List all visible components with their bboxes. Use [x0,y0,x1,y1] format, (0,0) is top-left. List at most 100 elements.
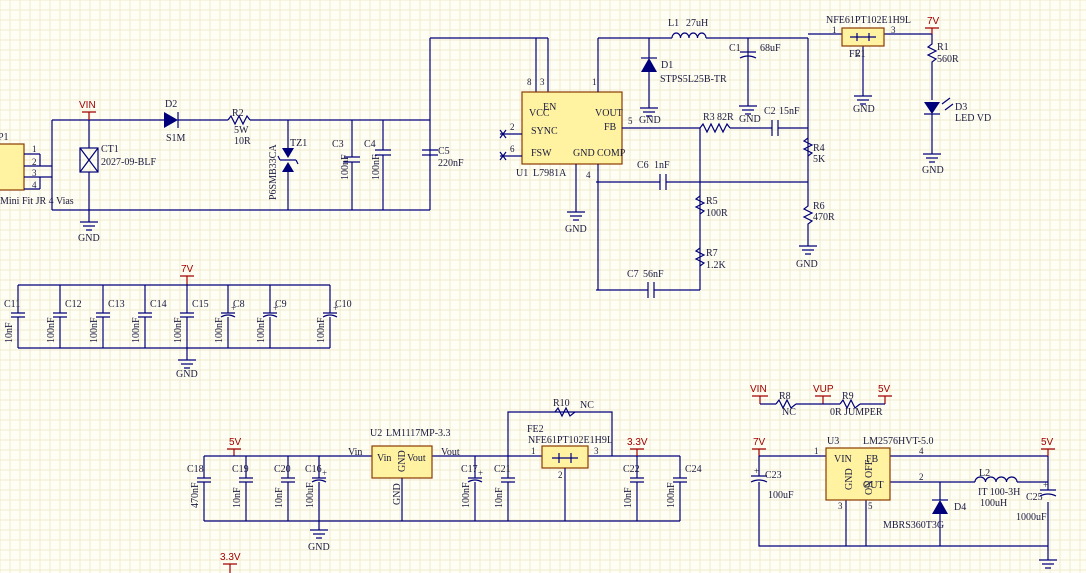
c1-value: 68uF [760,43,781,54]
connector-p1[interactable]: P1 Mini Fit JR 4 Vias 1 2 3 4 [0,120,74,210]
tz1-value: P6SMB33CA [268,144,279,200]
v7-power-port-3: 7V [752,437,766,456]
capacitor-c21[interactable]: C21 10nF [494,456,515,521]
svg-text:GND: GND [573,148,595,159]
u2-net-out: Vout [441,447,460,458]
c23-ref: C23 [765,470,782,481]
svg-text:5V: 5V [878,384,891,395]
capacitor-c5[interactable]: C5 220nF [422,146,464,169]
d4-ref: D4 [954,502,966,513]
capacitor-c10[interactable]: +C10100nF [316,285,352,348]
c4-value: 100nF [371,154,382,180]
capacitor-c14[interactable]: C14 100nF [131,285,167,348]
r8-value: NC [782,407,796,418]
svg-text:C20: C20 [274,464,291,475]
svg-text:100nF: 100nF [461,482,472,508]
diode-d4[interactable]: D4 MBRS360T3G [883,499,966,531]
resistor-r3[interactable]: R3 82R [699,112,734,134]
tz1-ref: TZ1 [290,138,307,149]
jumper-section[interactable]: VIN VUP 5V R8 NC R9 0R JUMPER [750,384,892,418]
svg-text:Vin: Vin [377,453,391,464]
capacitor-c12[interactable]: C12 100nF [46,285,82,348]
svg-text:3.3V: 3.3V [220,552,241,563]
schematic-canvas[interactable]: P1 Mini Fit JR 4 Vias 1 2 3 4 VIN CT1 20… [0,0,1086,573]
svg-text:GND: GND [78,233,100,244]
c5-ref: C5 [438,146,450,157]
capacitor-c6[interactable]: C6 1nF [637,160,670,190]
svg-text:VIN: VIN [79,100,96,111]
gnd-symbol-ldo: GND [308,529,330,553]
ic-u2[interactable]: Vin GND Vout Vin Vout U2 LM1117MP-3.3 GN… [348,428,460,521]
capacitor-c13[interactable]: C13 100nF [89,285,125,348]
svg-text:C16: C16 [305,464,322,475]
r3-value: 82R [717,112,734,123]
capacitor-c16[interactable]: +C16 100uF [305,456,327,521]
fe2-ref: FE2 [527,424,544,435]
capacitor-c22[interactable]: C22 10nF [623,456,644,521]
p1-pin-1: 1 [32,144,37,154]
capacitor-c4[interactable]: C4 100nF [364,120,391,210]
u3-ref: U3 [827,436,839,447]
l1-ref: L1 [668,18,679,29]
diode-d2[interactable]: D2 S1M [164,99,186,144]
tvs-diode-tz1[interactable]: TZ1 P6SMB33CA [268,120,307,210]
u2-value: LM1117MP-3.3 [386,428,451,439]
resistor-r5[interactable]: R5 100R [694,195,728,219]
vin-power-port: VIN [79,100,96,120]
svg-text:100nF: 100nF [214,317,225,343]
capacitor-c2[interactable]: C2 15nF [764,106,800,136]
r5-value: 100R [706,208,728,219]
r3-ref: R3 [703,112,715,123]
u2-gnd-label: GND [392,483,403,505]
svg-text:GND: GND [796,259,818,270]
svg-text:C21: C21 [494,464,511,475]
capacitor-c9[interactable]: +C9100nF [256,285,287,348]
capacitor-c20[interactable]: C20 10nF [274,456,295,521]
svg-text:10nF: 10nF [274,487,285,508]
svg-text:2: 2 [856,48,861,58]
led-d3[interactable]: D3 LED VD [924,97,991,154]
svg-text:100nF: 100nF [256,317,267,343]
capacitor-c7[interactable]: C7 56nF [627,269,664,298]
capacitor-c24[interactable]: C24 100nF [666,456,702,521]
svg-text:8: 8 [527,77,532,87]
svg-text:C19: C19 [232,464,249,475]
gnd-symbol-u1: GND [565,211,587,235]
svg-text:FB: FB [604,122,617,133]
svg-text:C10: C10 [335,299,352,310]
r1-ref: R1 [937,42,949,53]
capacitor-c3[interactable]: C3 100nF [332,120,360,210]
v5-power-port-ldo: 5V [227,437,242,456]
capacitor-c18[interactable]: C18 470nF [187,456,211,521]
svg-text:10nF: 10nF [494,487,505,508]
fe2-value: NFE61PT102E1H9L [528,435,613,446]
resistor-r2[interactable]: R2 5W 10R [227,108,251,147]
svg-text:GND: GND [639,115,661,126]
r4-ref: R4 [813,143,825,154]
c3-ref: C3 [332,139,344,150]
r2-value: 5W [234,125,249,136]
common-mode-choke-ct1[interactable]: CT1 2027-09-BLF [79,120,156,210]
resistor-r4[interactable]: R4 5K [802,137,826,165]
capacitor-c11[interactable]: C11 10nF [4,285,25,348]
svg-text:100nF: 100nF [89,317,100,343]
ct1-value: 2027-09-BLF [101,157,156,168]
capacitor-c15[interactable]: C15 100nF [173,285,209,348]
inductor-l1[interactable]: L1 27uH [668,18,708,39]
diode-d1[interactable]: D1 STPS5L25B-TR [641,57,727,85]
svg-text:C9: C9 [275,299,287,310]
u2-ref: U2 [370,428,382,439]
ldo-capacitors[interactable]: C18470nFC1910nFC2010nF+C16100uF+C17100nF… [187,456,702,521]
d3-ref: D3 [955,102,967,113]
c5-value: 220nF [438,158,464,169]
resistor-r10[interactable]: R10 NC [553,398,594,418]
u1-value: L7981A [533,168,567,179]
d1-value: STPS5L25B-TR [660,74,727,85]
d2-ref: D2 [165,99,177,110]
l2-ref: L2 [979,468,990,479]
r10-value: NC [580,400,594,411]
inductor-l2[interactable]: L2 IT 100-3H 100uH [974,468,1020,509]
capacitor-c23[interactable]: + C23 100uF [750,466,794,501]
svg-text:3: 3 [594,446,599,456]
svg-text:470nF: 470nF [190,482,201,508]
